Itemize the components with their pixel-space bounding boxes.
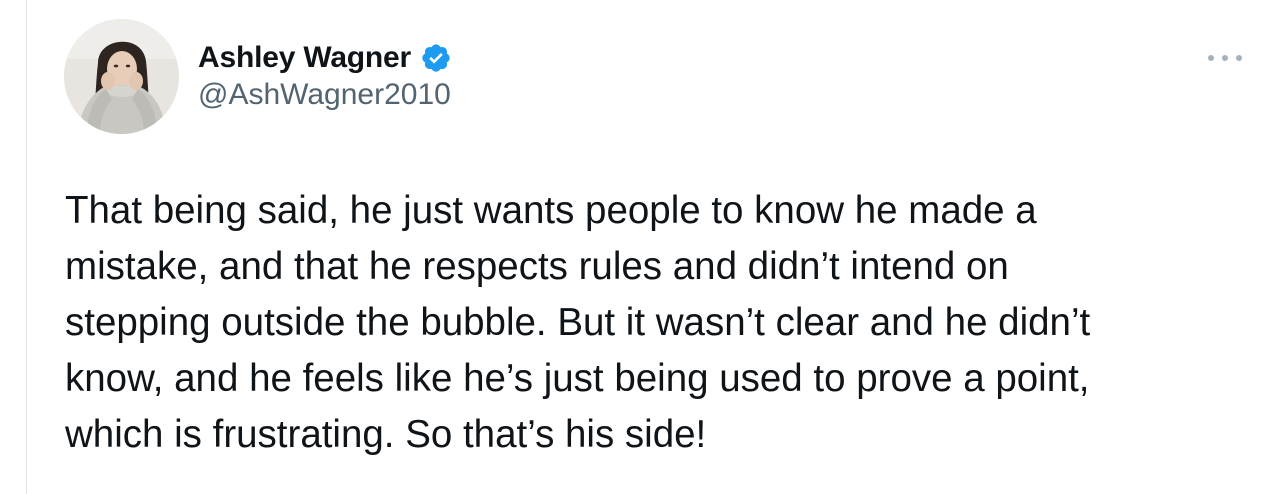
tweet-text-line: which is frustrating. So that’s his side… — [65, 413, 707, 456]
left-divider — [26, 0, 27, 494]
author-display-name[interactable]: Ashley Wagner — [198, 41, 411, 75]
more-dot — [1222, 55, 1228, 61]
avatar[interactable] — [64, 19, 179, 134]
verified-badge-icon — [420, 42, 452, 74]
more-options-icon[interactable] — [1208, 48, 1242, 68]
tweet-text-line: That being said, he just wants people to… — [65, 189, 1037, 232]
tweet-text: That being said, he just wants people to… — [65, 183, 1250, 463]
tweet-text-line: mistake, and that he respects rules and … — [65, 245, 1009, 288]
author-handle[interactable]: @AshWagner2010 — [198, 78, 451, 112]
profile-photo — [64, 19, 179, 134]
more-dot — [1208, 55, 1214, 61]
author-name-row[interactable]: Ashley Wagner — [198, 38, 452, 78]
more-dot — [1236, 55, 1242, 61]
tweet-text-line: know, and he feels like he’s just being … — [65, 357, 1090, 400]
tweet-text-line: stepping outside the bubble. But it wasn… — [65, 301, 1091, 344]
